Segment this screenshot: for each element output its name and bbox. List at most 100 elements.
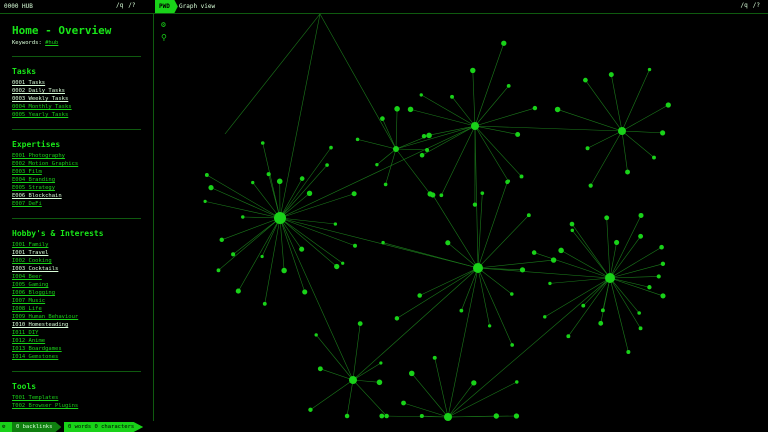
graph-node[interactable]: [471, 380, 477, 386]
graph-node[interactable]: [506, 84, 511, 88]
graph-node[interactable]: [444, 413, 452, 421]
graph-node[interactable]: [526, 213, 531, 218]
graph-node[interactable]: [216, 268, 221, 273]
graph-node[interactable]: [203, 199, 207, 203]
graph-node[interactable]: [626, 350, 631, 354]
graph-node[interactable]: [379, 361, 383, 365]
graph-node[interactable]: [660, 293, 666, 299]
note-link[interactable]: E007 DeFi: [12, 200, 141, 208]
graph-node[interactable]: [251, 180, 255, 185]
graph-search-icon[interactable]: /q: [741, 2, 748, 9]
graph-node[interactable]: [231, 252, 236, 257]
graph-node[interactable]: [493, 413, 500, 419]
note-link[interactable]: I012 Anime: [12, 337, 141, 345]
graph-node[interactable]: [637, 311, 641, 315]
graph-node[interactable]: [274, 212, 286, 224]
pin-icon[interactable]: ⚲: [161, 33, 167, 42]
graph-node[interactable]: [638, 233, 644, 239]
graph-node[interactable]: [325, 163, 329, 167]
graph-node[interactable]: [394, 316, 400, 321]
note-link[interactable]: I007 Music: [12, 297, 141, 305]
graph-node[interactable]: [445, 240, 451, 246]
graph-node[interactable]: [241, 215, 245, 219]
graph-node[interactable]: [647, 67, 652, 72]
graph-node[interactable]: [439, 193, 444, 198]
graph-node[interactable]: [401, 400, 406, 406]
graph-node[interactable]: [638, 326, 643, 331]
search-icon[interactable]: /q: [116, 2, 123, 9]
graph-node[interactable]: [419, 413, 424, 419]
graph-node[interactable]: [473, 263, 483, 273]
note-link[interactable]: I004 Beer: [12, 273, 141, 281]
graph-node[interactable]: [598, 320, 604, 326]
graph-node[interactable]: [519, 267, 526, 273]
graph-node[interactable]: [357, 321, 363, 326]
graph-node[interactable]: [432, 355, 437, 360]
graph-node[interactable]: [515, 380, 519, 384]
note-link[interactable]: E003 Film: [12, 168, 141, 176]
note-link[interactable]: T001 Templates: [12, 394, 141, 402]
graph-node[interactable]: [605, 273, 615, 283]
graph-node[interactable]: [260, 141, 265, 145]
graph-node[interactable]: [408, 370, 415, 377]
graph-node[interactable]: [349, 376, 357, 384]
graph-node[interactable]: [344, 413, 350, 419]
graph-node[interactable]: [425, 147, 430, 152]
graph-node[interactable]: [381, 240, 385, 245]
graph-node[interactable]: [427, 191, 433, 197]
note-link[interactable]: I002 Cooking: [12, 257, 141, 265]
graph-node[interactable]: [532, 105, 538, 111]
graph-node[interactable]: [334, 263, 340, 270]
help-icon[interactable]: /?: [128, 2, 135, 9]
graph-node[interactable]: [472, 202, 478, 207]
graph-node[interactable]: [660, 261, 666, 266]
note-link[interactable]: 0005 Yearly Tasks: [12, 111, 141, 119]
note-link[interactable]: I001 Family: [12, 241, 141, 249]
note-link[interactable]: I003 Cocktails: [12, 265, 141, 273]
note-link[interactable]: I013 Boardgames: [12, 345, 141, 353]
note-link[interactable]: I001 Travel: [12, 249, 141, 257]
graph-node[interactable]: [260, 254, 264, 259]
graph-canvas[interactable]: [155, 14, 768, 421]
note-link[interactable]: E004 Branding: [12, 176, 141, 184]
note-link[interactable]: I010 Homesteading: [12, 321, 141, 329]
graph-svg[interactable]: [155, 14, 768, 421]
graph-node[interactable]: [554, 106, 561, 113]
graph-node[interactable]: [317, 366, 323, 372]
graph-node[interactable]: [314, 333, 318, 337]
graph-node[interactable]: [262, 301, 267, 306]
graph-node[interactable]: [652, 155, 656, 160]
note-link[interactable]: I005 Gaming: [12, 281, 141, 289]
note-link[interactable]: 0002 Daily Tasks: [12, 87, 141, 95]
note-link[interactable]: I006 Blogging: [12, 289, 141, 297]
graph-node[interactable]: [569, 221, 575, 227]
graph-node[interactable]: [480, 191, 485, 195]
graph-node[interactable]: [299, 176, 305, 181]
graph-node[interactable]: [470, 67, 476, 74]
graph-node[interactable]: [581, 303, 586, 308]
graph-node[interactable]: [519, 174, 524, 179]
graph-node[interactable]: [614, 239, 620, 245]
graph-node[interactable]: [515, 131, 521, 137]
graph-node[interactable]: [276, 178, 283, 185]
graph-node[interactable]: [281, 267, 287, 274]
graph-node[interactable]: [505, 179, 510, 185]
graph-node[interactable]: [513, 413, 520, 419]
note-link[interactable]: I011 DIY: [12, 329, 141, 337]
graph-node[interactable]: [308, 407, 313, 412]
graph-node[interactable]: [459, 308, 464, 313]
graph-node[interactable]: [647, 285, 652, 290]
graph-node[interactable]: [471, 122, 479, 130]
note-link[interactable]: E005 Strategy: [12, 184, 141, 192]
graph-node[interactable]: [355, 137, 360, 142]
graph-node[interactable]: [375, 163, 379, 167]
note-link[interactable]: I009 Human Behaviour: [12, 313, 141, 321]
graph-node[interactable]: [380, 116, 385, 121]
graph-node[interactable]: [618, 127, 626, 135]
graph-node[interactable]: [419, 93, 423, 97]
note-link[interactable]: I008 Life: [12, 305, 141, 313]
graph-node[interactable]: [351, 191, 357, 197]
note-link[interactable]: E001 Photography: [12, 152, 141, 160]
graph-help-icon[interactable]: /?: [753, 2, 760, 9]
graph-node[interactable]: [548, 281, 552, 286]
